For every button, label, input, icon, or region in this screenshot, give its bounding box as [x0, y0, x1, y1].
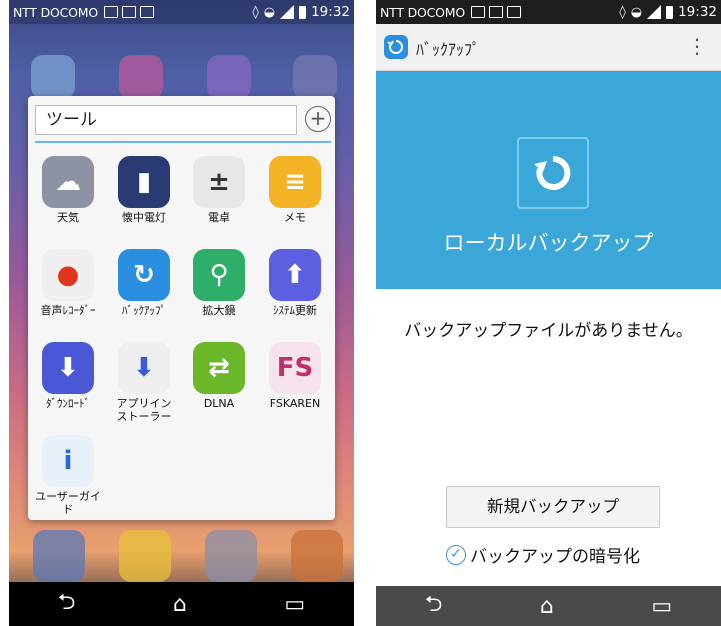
- download-done-icon: [140, 6, 155, 18]
- home-camera-icon[interactable]: [119, 55, 163, 99]
- home-app-icon[interactable]: [293, 55, 337, 99]
- wifi-icon: ◒: [630, 4, 643, 20]
- system-update-icon: ⬆: [269, 249, 321, 301]
- tools-folder: ツール + ☁ 天気 ▮ 懐中電灯 ± 電卓 ≡ メモ ● 音声ﾚｺｰﾀﾞｰ ↻ ﾊﾞｯｸｱｯﾌﾟ ⚲ 拡…: [28, 96, 335, 520]
- folder-app-voice-recorder[interactable]: ● 音声ﾚｺｰﾀﾞｰ: [30, 249, 106, 317]
- status-bar: NTT DOCOMO ◊ ◒ 19:32: [376, 0, 721, 24]
- folder-app-label: 天気: [57, 211, 79, 224]
- folder-app-dlna[interactable]: ⇄ DLNA: [181, 342, 257, 410]
- folder-app-label: FSKAREN: [269, 397, 321, 410]
- folder-app-backup[interactable]: ↻ ﾊﾞｯｸｱｯﾌﾟ: [106, 249, 182, 317]
- folder-app-app-installer[interactable]: ⬇ アプリイン ストーラー: [106, 342, 182, 423]
- folder-app-system-update[interactable]: ⬆ ｼｽﾃﾑ更新: [257, 249, 333, 317]
- recents-icon[interactable]: ▭: [651, 594, 672, 619]
- vibrate-icon: ◊: [252, 4, 259, 20]
- dock-google-folder-icon[interactable]: [291, 530, 343, 582]
- dock-messaging-icon[interactable]: [119, 530, 171, 582]
- add-app-button[interactable]: +: [305, 106, 331, 132]
- folder-divider: [35, 141, 331, 143]
- folder-app-calculator[interactable]: ± 電卓: [181, 156, 257, 224]
- checkmark-icon[interactable]: ✓: [446, 544, 466, 565]
- folder-app-label: 音声ﾚｺｰﾀﾞｰ: [40, 304, 96, 317]
- calculator-icon: ±: [193, 156, 245, 208]
- restore-icon: [517, 137, 589, 209]
- backup-app-icon: [384, 35, 408, 59]
- folder-name-field[interactable]: ツール: [35, 105, 297, 135]
- fskaren-icon: FS: [269, 342, 321, 394]
- download-icon: ⬇: [42, 342, 94, 394]
- home-screen: NTT DOCOMO ◊ ◒ 19:32 ツール + ☁ 天気 ▮ 懐中電灯 ± 電卓 ≡ メ…: [9, 0, 354, 626]
- dlna-icon: ⇄: [193, 342, 245, 394]
- memo-icon: ≡: [269, 156, 321, 208]
- user-guide-icon: i: [42, 435, 94, 487]
- backup-icon: ↻: [118, 249, 170, 301]
- folder-app-user-guide[interactable]: i ユーザーガイ ド: [30, 435, 106, 516]
- signal-icon: [647, 5, 662, 19]
- mail-icon: [489, 6, 504, 18]
- vibrate-icon: ◊: [619, 4, 626, 20]
- folder-app-label: ユーザーガイ ド: [35, 490, 101, 516]
- folder-app-label: 拡大鏡: [202, 304, 236, 317]
- folder-app-flashlight[interactable]: ▮ 懐中電灯: [106, 156, 182, 224]
- wifi-icon: ◒: [263, 4, 276, 20]
- status-bar: NTT DOCOMO ◊ ◒ 19:32: [9, 0, 354, 24]
- download-done-icon: [507, 6, 522, 18]
- folder-app-label: 懐中電灯: [122, 211, 166, 224]
- clock: 19:32: [311, 4, 350, 20]
- signal-icon: [280, 5, 295, 19]
- folder-app-weather[interactable]: ☁ 天気: [30, 156, 106, 224]
- folder-app-label: ﾊﾞｯｸｱｯﾌﾟ: [122, 304, 166, 317]
- overflow-menu-icon[interactable]: ⋮: [687, 34, 707, 58]
- folder-app-label: ｼｽﾃﾑ更新: [273, 304, 317, 317]
- magnifier-icon: ⚲: [193, 249, 245, 301]
- new-backup-button[interactable]: 新規バックアップ: [446, 486, 660, 528]
- folder-app-label: アプリイン ストーラー: [116, 397, 172, 423]
- clock: 19:32: [678, 4, 717, 20]
- weather-icon: ☁: [42, 156, 94, 208]
- image-icon: [471, 6, 486, 18]
- mail-icon: [104, 6, 119, 18]
- folder-app-label: メモ: [284, 211, 306, 224]
- navigation-bar: ⮌ ⌂ ▭: [9, 582, 354, 626]
- app-installer-icon: ⬇: [118, 342, 170, 394]
- flashlight-icon: ▮: [118, 156, 170, 208]
- folder-app-label: 電卓: [208, 211, 230, 224]
- folder-app-magnifier[interactable]: ⚲ 拡大鏡: [181, 249, 257, 317]
- app-title: ﾊﾞｯｸｱｯﾌﾟ: [416, 40, 481, 59]
- battery-icon: [299, 5, 307, 19]
- folder-app-fskaren[interactable]: FS FSKAREN: [257, 342, 333, 410]
- dock-play-store-icon[interactable]: [205, 530, 257, 582]
- folder-app-download[interactable]: ⬇ ﾀﾞｳﾝﾛｰﾄﾞ: [30, 342, 106, 410]
- folder-app-memo[interactable]: ≡ メモ: [257, 156, 333, 224]
- home-icon[interactable]: ⌂: [173, 592, 187, 617]
- dock-phone-icon[interactable]: [33, 530, 85, 582]
- navigation-bar: ⮌ ⌂ ▭: [376, 586, 721, 626]
- local-backup-header: ローカルバックアップ: [376, 71, 721, 289]
- no-backup-message: バックアップファイルがありません。: [404, 321, 693, 341]
- home-gallery-icon[interactable]: [31, 55, 75, 99]
- home-themes-icon[interactable]: [207, 55, 251, 99]
- carrier-label: NTT DOCOMO: [13, 4, 99, 20]
- carrier-label: NTT DOCOMO: [380, 4, 466, 20]
- folder-app-label: DLNA: [203, 397, 235, 410]
- home-icon[interactable]: ⌂: [540, 594, 554, 619]
- back-icon[interactable]: ⮌: [58, 585, 76, 623]
- voice-recorder-icon: ●: [42, 249, 94, 301]
- app-bar: ﾊﾞｯｸｱｯﾌﾟ ⋮: [376, 24, 721, 71]
- back-icon[interactable]: ⮌: [425, 587, 443, 625]
- local-backup-title: ローカルバックアップ: [443, 231, 654, 255]
- folder-app-label: ﾀﾞｳﾝﾛｰﾄﾞ: [46, 397, 90, 410]
- backup-app-screen: NTT DOCOMO ◊ ◒ 19:32 ﾊﾞｯｸｱｯﾌﾟ ⋮ ローカルバックア…: [376, 0, 721, 626]
- encrypt-backup-option[interactable]: ✓ バックアップの暗号化: [446, 542, 640, 567]
- battery-icon: [666, 5, 674, 19]
- encrypt-backup-label: バックアップの暗号化: [470, 547, 640, 567]
- image-icon: [122, 6, 137, 18]
- recents-icon[interactable]: ▭: [284, 592, 305, 617]
